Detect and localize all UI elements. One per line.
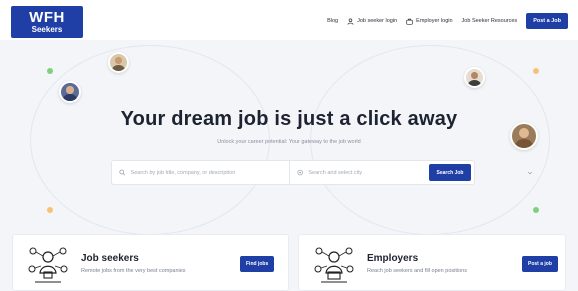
employer-illustration-icon bbox=[314, 247, 354, 283]
card-title: Employers bbox=[367, 253, 419, 264]
top-header: WFH Seekers Blog Job seeker login Employ… bbox=[0, 0, 578, 40]
site-logo[interactable]: WFH Seekers bbox=[11, 6, 83, 38]
user-icon bbox=[347, 17, 354, 25]
nav-job-seeker-login-label: Job seeker login bbox=[357, 18, 398, 24]
avatar bbox=[59, 81, 81, 103]
nav-resources-link[interactable]: Job Seeker Resources bbox=[462, 18, 518, 24]
post-job-button[interactable]: Post a Job bbox=[526, 13, 568, 29]
hero-title: Your dream job is just a click away bbox=[120, 108, 458, 130]
keyword-field bbox=[112, 161, 290, 184]
nav-employer-login-label: Employer login bbox=[416, 18, 453, 24]
card-title: Job seekers bbox=[81, 253, 139, 264]
card-description: Remote jobs from the very best companies bbox=[81, 268, 186, 274]
decorative-dot bbox=[47, 68, 53, 74]
search-job-button[interactable]: Search Job bbox=[429, 164, 471, 181]
avatar bbox=[464, 67, 485, 88]
post-a-job-button[interactable]: Post a job bbox=[522, 256, 558, 272]
nav-employer-login[interactable]: Employer login bbox=[406, 18, 453, 25]
logo-seekers-text: Seekers bbox=[31, 25, 63, 34]
location-field bbox=[290, 161, 426, 184]
hero-subtitle: Unlock your career potential: Your gatew… bbox=[217, 139, 361, 145]
job-seekers-card: Job seekers Remote jobs from the very be… bbox=[12, 234, 289, 291]
employers-card: Employers Reach job seekers and fill ope… bbox=[298, 234, 566, 291]
logo-wfh-text: WFH bbox=[29, 9, 65, 26]
chevron-down-icon[interactable] bbox=[527, 170, 533, 176]
find-jobs-button[interactable]: Find jobs bbox=[240, 256, 275, 272]
main-nav: Blog Job seeker login Employer login Job… bbox=[327, 12, 568, 30]
avatar bbox=[108, 52, 129, 73]
nav-job-seeker-login[interactable]: Job seeker login bbox=[347, 17, 398, 25]
search-icon bbox=[119, 169, 126, 176]
nav-blog-link[interactable]: Blog bbox=[327, 18, 338, 24]
card-description: Reach job seekers and fill open position… bbox=[367, 268, 467, 274]
location-search-input[interactable] bbox=[308, 169, 426, 176]
decorative-dot bbox=[533, 207, 539, 213]
keyword-search-input[interactable] bbox=[130, 169, 289, 176]
job-search-bar: Search Job bbox=[111, 160, 533, 185]
job-seeker-illustration-icon bbox=[28, 247, 68, 283]
decorative-dot bbox=[533, 68, 539, 74]
decorative-dot bbox=[47, 207, 53, 213]
location-pin-icon bbox=[297, 169, 303, 176]
briefcase-icon bbox=[406, 18, 413, 25]
